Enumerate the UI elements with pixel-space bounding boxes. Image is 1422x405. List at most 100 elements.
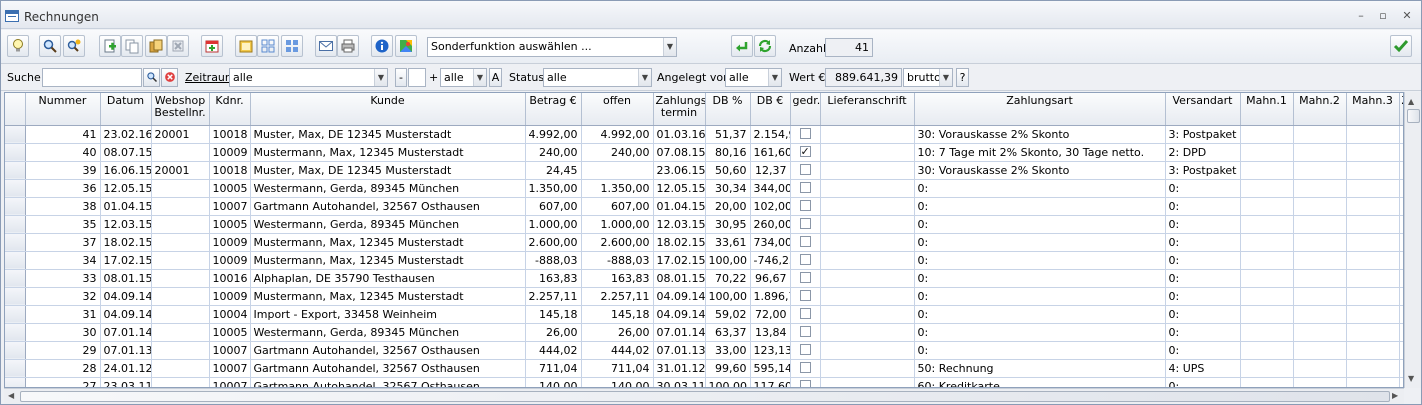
table-row[interactable]: 41 23.02.16 20001 10018 Muster, Max, DE 1234… (5, 125, 1403, 144)
table-row[interactable]: 27 23.03.11 10007 Gartmann Autohandel, 3256… (5, 377, 1403, 387)
table-row[interactable]: 38 01.04.15 10007 Gartmann Autohandel, 3256… (5, 197, 1403, 216)
maximize-button[interactable]: ▫ (1375, 9, 1391, 23)
horizontal-scroll-thumb[interactable] (20, 391, 1390, 402)
column-header[interactable]: Zahlungs- termin (653, 93, 706, 126)
row-selector[interactable] (5, 305, 26, 324)
printed-checkbox[interactable] (799, 182, 811, 193)
column-header[interactable]: DB % (705, 93, 751, 126)
period-minus-button[interactable]: - (395, 68, 407, 87)
table-row[interactable]: 36 12.05.15 10005 Westermann, Gerda, 89345 … (5, 179, 1403, 198)
table-row[interactable]: 28 24.01.12 10007 Gartmann Autohandel, 3256… (5, 359, 1403, 378)
table-row[interactable]: 32 04.09.14 10009 Mustermann, Max, 12345 Mu… (5, 287, 1403, 306)
table-row[interactable]: 39 16.06.15 20001 10018 Muster, Max, DE 1234… (5, 161, 1403, 180)
copy-record-button[interactable] (121, 35, 143, 57)
printed-checkbox[interactable] (799, 362, 811, 373)
column-header[interactable]: gedr. (790, 93, 821, 126)
printed-checkbox[interactable] (799, 308, 811, 319)
row-selector[interactable] (5, 125, 26, 144)
table-row[interactable]: 30 07.01.14 10005 Westermann, Gerda, 89345 … (5, 323, 1403, 342)
column-header[interactable]: Mahn.2 (1293, 93, 1347, 126)
period-select[interactable]: alle ▼ (229, 68, 388, 87)
print-button[interactable] (337, 35, 359, 57)
printed-checkbox[interactable] (799, 218, 811, 229)
printed-checkbox[interactable] (799, 272, 811, 283)
created-by-select[interactable]: alle ▼ (725, 68, 782, 87)
column-header[interactable]: Kunde (250, 93, 526, 126)
column-header[interactable]: offen (581, 93, 654, 126)
clear-search-button[interactable] (161, 68, 178, 87)
scroll-up-icon[interactable]: ▲ (1408, 97, 1414, 106)
email-button[interactable] (315, 35, 337, 57)
search-input[interactable] (42, 68, 142, 87)
period2-select[interactable]: alle ▼ (440, 68, 487, 87)
column-header[interactable]: DB € (750, 93, 791, 126)
close-button[interactable]: ✕ (1399, 9, 1415, 23)
confirm-button[interactable] (1390, 35, 1412, 57)
tips-button[interactable] (7, 35, 29, 57)
table-row[interactable]: 34 17.02.15 10009 Mustermann, Max, 12345 Mu… (5, 251, 1403, 270)
row-selector[interactable] (5, 287, 26, 306)
printed-checkbox[interactable] (799, 200, 811, 211)
column-header[interactable]: Lieferanschrift (820, 93, 915, 126)
help-button[interactable]: ? (956, 68, 969, 87)
row-selector[interactable] (5, 269, 26, 288)
table-row[interactable]: 29 07.01.13 10007 Gartmann Autohandel, 3256… (5, 341, 1403, 360)
printed-checkbox[interactable] (799, 380, 811, 387)
printed-checkbox[interactable] (799, 290, 811, 301)
printed-checkbox[interactable] (799, 143, 811, 160)
row-selector[interactable] (5, 233, 26, 252)
status-select[interactable]: alle ▼ (543, 68, 652, 87)
column-header[interactable]: Mahn.3 (1346, 93, 1400, 126)
scroll-down-icon[interactable]: ▼ (1408, 374, 1414, 383)
column-header[interactable]: Zahlungsart (914, 93, 1166, 126)
clipboard-button[interactable] (145, 35, 167, 57)
column-header[interactable]: Webshop Bestellnr. (151, 93, 210, 126)
vertical-scrollbar[interactable]: ▲ ▼ (1404, 92, 1421, 388)
table-row[interactable]: 35 12.03.15 10005 Westermann, Gerda, 89345 … (5, 215, 1403, 234)
table-row[interactable]: 37 18.02.15 10009 Mustermann, Max, 12345 Mu… (5, 233, 1403, 252)
undo-button[interactable] (731, 35, 753, 57)
printed-checkbox[interactable] (799, 164, 811, 175)
table-row[interactable]: 33 08.01.15 10016 Alphaplan, DE 35790 Testh… (5, 269, 1403, 288)
vertical-scroll-thumb[interactable] (1407, 109, 1420, 123)
search-go-button[interactable] (143, 68, 160, 87)
column-header[interactable]: Kdnr. (209, 93, 251, 126)
search-details-button[interactable] (63, 35, 85, 57)
column-header[interactable]: Versandart (1165, 93, 1241, 126)
special-function-select[interactable]: Sonderfunktion auswählen ... ▼ (427, 37, 677, 57)
gross-net-select[interactable]: brutto ▼ (903, 68, 953, 87)
grid-view-button[interactable] (257, 35, 279, 57)
horizontal-scrollbar[interactable]: ◀ ▶ (4, 388, 1404, 404)
row-selector[interactable] (5, 323, 26, 342)
maps-button[interactable] (395, 35, 417, 57)
row-selector[interactable] (5, 377, 26, 387)
search-record-button[interactable] (39, 35, 61, 57)
period-offset-input[interactable] (408, 68, 426, 87)
tiles-view-button[interactable] (281, 35, 303, 57)
row-selector[interactable] (5, 161, 26, 180)
row-selector[interactable] (5, 179, 26, 198)
row-selector[interactable] (5, 341, 26, 360)
new-record-button[interactable] (99, 35, 121, 57)
printed-checkbox[interactable] (799, 326, 811, 337)
a-button[interactable]: A (489, 68, 502, 87)
column-header[interactable]: Mahn.1 (1240, 93, 1294, 126)
printed-checkbox[interactable] (799, 254, 811, 265)
folder-view-button[interactable] (235, 35, 257, 57)
calendar-button[interactable] (201, 35, 223, 57)
column-header[interactable]: Datum (100, 93, 152, 126)
printed-checkbox[interactable] (799, 344, 811, 355)
row-selector[interactable] (5, 359, 26, 378)
scroll-left-icon[interactable]: ◀ (8, 391, 14, 400)
printed-checkbox[interactable] (799, 128, 811, 139)
column-header[interactable]: Nummer (25, 93, 101, 126)
info-button[interactable] (371, 35, 393, 57)
delete-record-button[interactable] (167, 35, 189, 57)
row-selector[interactable] (5, 143, 26, 162)
printed-checkbox[interactable] (799, 236, 811, 247)
row-selector[interactable] (5, 215, 26, 234)
row-selector[interactable] (5, 197, 26, 216)
scroll-right-icon[interactable]: ▶ (1392, 391, 1398, 400)
minimize-button[interactable]: – (1353, 9, 1369, 23)
table-row[interactable]: 31 04.09.14 10004 Import - Export, 33458 We… (5, 305, 1403, 324)
